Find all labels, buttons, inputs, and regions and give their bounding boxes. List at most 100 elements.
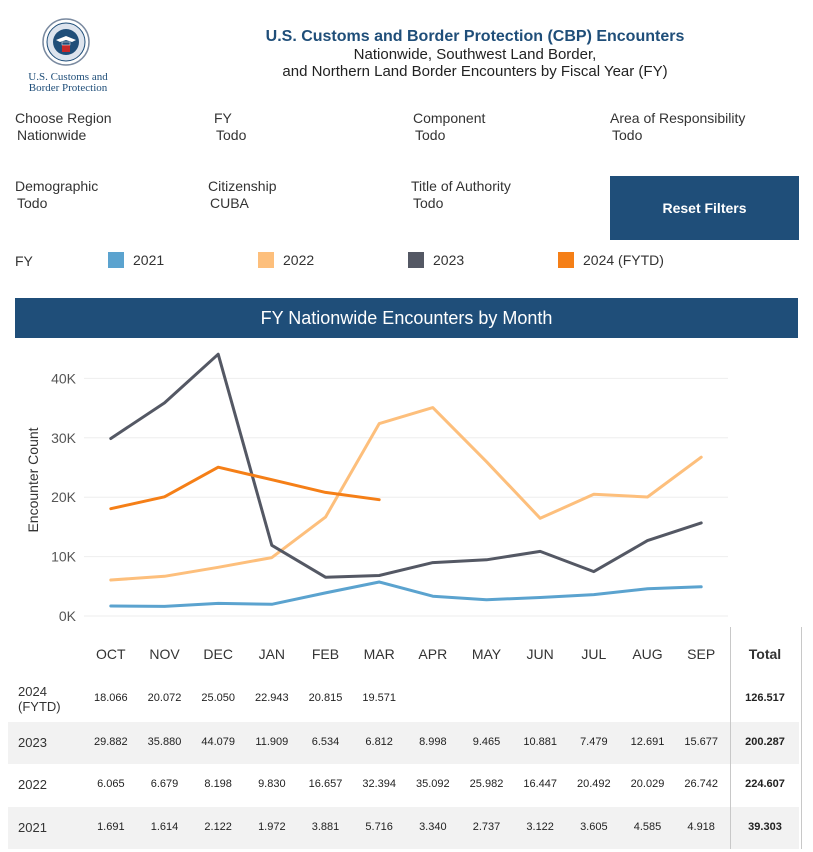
- filter-demographic[interactable]: Demographic Todo: [15, 178, 98, 212]
- cbp-seal-icon: [42, 18, 90, 66]
- table-cell: 3.881: [311, 821, 340, 833]
- table-cell: 8.998: [419, 736, 447, 748]
- row-label-line: 2021: [18, 820, 47, 835]
- row-label: 2023: [18, 735, 47, 750]
- series-line-2021: [109, 580, 703, 608]
- table-cell: 29.882: [94, 736, 128, 748]
- table-cell: 10.881: [523, 736, 557, 748]
- table-cell: 18.066: [94, 692, 128, 704]
- y-tick-label: 10K: [51, 549, 77, 565]
- filter-fy-value[interactable]: Todo: [214, 127, 246, 144]
- filter-area-of-responsibility[interactable]: Area of Responsibility Todo: [610, 110, 745, 144]
- legend-item-2022[interactable]: 2022: [258, 252, 314, 268]
- reset-filters-button[interactable]: Reset Filters: [610, 176, 799, 240]
- filter-region-value[interactable]: Nationwide: [15, 127, 112, 144]
- table-cell: 26.742: [684, 778, 718, 790]
- month-header-aug: AUG: [632, 646, 663, 662]
- month-header-jan: JAN: [258, 646, 286, 662]
- table-cell: 3.340: [419, 821, 447, 833]
- filter-component-value[interactable]: Todo: [413, 127, 485, 144]
- table-cell: 1.972: [258, 821, 286, 833]
- table-cell: 6.812: [365, 736, 393, 748]
- table-cell: 6.065: [97, 778, 125, 790]
- filter-citizenship-value[interactable]: CUBA: [208, 195, 276, 212]
- page-title: U.S. Customs and Border Protection (CBP)…: [265, 28, 685, 45]
- legend-item-2024[interactable]: 2024 (FYTD): [558, 252, 664, 268]
- total-header: Total: [748, 646, 782, 662]
- legend-swatch-2022: [258, 252, 274, 268]
- legend-label-2021: 2021: [133, 252, 165, 268]
- table-cell: 2.122: [204, 821, 232, 833]
- legend-item-2021[interactable]: 2021: [108, 252, 164, 268]
- table-cell: 44.079: [201, 736, 235, 748]
- table-cell: 9.830: [258, 778, 286, 790]
- table-cell: 4.585: [633, 821, 662, 833]
- filter-fy[interactable]: FY Todo: [214, 110, 246, 144]
- filter-title-of-authority-value[interactable]: Todo: [411, 195, 511, 212]
- series-line-2023: [109, 352, 703, 579]
- table-cell: 7.479: [580, 736, 608, 748]
- filter-demographic-label: Demographic: [15, 178, 99, 194]
- filter-component[interactable]: Component Todo: [413, 110, 485, 144]
- legend-item-2023[interactable]: 2023: [408, 252, 464, 268]
- filter-demographic-value[interactable]: Todo: [15, 195, 98, 212]
- table-cell: 1.691: [97, 821, 125, 833]
- table-cell: 5.716: [365, 821, 393, 833]
- month-header-mar: MAR: [363, 646, 395, 662]
- series-line-2022: [109, 406, 703, 582]
- chart-legend: FY 2021 2022 2023 2024 (FYTD): [0, 252, 813, 272]
- table-cell: 1.614: [150, 821, 179, 833]
- row-label-line: 2023: [18, 735, 47, 750]
- legend-title: FY: [15, 253, 33, 269]
- legend-swatch-2023: [408, 252, 424, 268]
- table-cell: 19.571: [362, 692, 396, 704]
- y-tick-label: 30K: [51, 430, 77, 446]
- cbp-logo: U.S. Customs and Border Protection: [18, 16, 118, 96]
- filter-aor-value[interactable]: Todo: [610, 127, 745, 144]
- page-subtitle-1: Nationwide, Southwest Land Border,: [353, 46, 597, 63]
- filter-region-label: Choose Region: [15, 110, 112, 126]
- row-label-line: 2022: [18, 777, 47, 792]
- month-header-nov: NOV: [149, 646, 180, 662]
- table-cell: 20.815: [308, 692, 343, 704]
- filter-region[interactable]: Choose Region Nationwide: [15, 110, 112, 144]
- table-cell: 8.198: [204, 778, 232, 790]
- month-header-sep: SEP: [687, 646, 716, 662]
- table-cell: 35.880: [147, 736, 182, 748]
- header: U.S. Customs and Border Protection (CBP)…: [180, 28, 770, 80]
- month-header-apr: APR: [418, 646, 448, 662]
- legend-label-2023: 2023: [433, 252, 465, 268]
- y-tick-label: 20K: [51, 489, 77, 505]
- legend-label-2022: 2022: [283, 252, 315, 268]
- encounters-line-chart: 0K 10K 20K 30K 40K Encounter Count: [25, 352, 728, 624]
- table-cell: 9.465: [472, 736, 501, 748]
- row-label-line: (FYTD): [18, 699, 61, 714]
- logo-line-2: Border Protection: [28, 82, 108, 94]
- legend-label-2024: 2024 (FYTD): [583, 252, 664, 268]
- filter-component-label: Component: [413, 110, 486, 126]
- y-tick-label: 40K: [51, 370, 77, 386]
- table-cell: 6.679: [150, 778, 179, 790]
- table-cell: 25.050: [201, 692, 235, 704]
- table-cell: 32.394: [362, 778, 396, 790]
- month-header-feb: FEB: [311, 646, 340, 662]
- table-cell: 35.092: [416, 778, 450, 790]
- legend-swatch-2021: [108, 252, 124, 268]
- row-label: 2021: [18, 820, 47, 835]
- table-cell: 20.072: [147, 692, 182, 704]
- month-header-jun: JUN: [526, 646, 554, 662]
- month-header-may: MAY: [471, 646, 502, 662]
- table-cell: 22.943: [255, 692, 289, 704]
- table-cell: 15.677: [684, 736, 718, 748]
- month-header-oct: OCT: [96, 646, 126, 662]
- table-cell: 4.918: [687, 821, 715, 833]
- filter-citizenship[interactable]: Citizenship CUBA: [208, 178, 276, 212]
- filter-title-of-authority-label: Title of Authority: [411, 178, 511, 194]
- table-cell: 2.737: [472, 821, 501, 833]
- row-total: 126.517: [745, 692, 785, 704]
- table-cell: 16.447: [523, 778, 557, 790]
- table-cell: 11.909: [255, 736, 289, 748]
- table-cell: 12.691: [630, 736, 665, 748]
- filter-title-of-authority[interactable]: Title of Authority Todo: [411, 178, 511, 212]
- encounters-table: OCT NOV DEC JAN FEB MAR APR MAY JUN JUL AUG SEP Tota…: [0, 627, 813, 852]
